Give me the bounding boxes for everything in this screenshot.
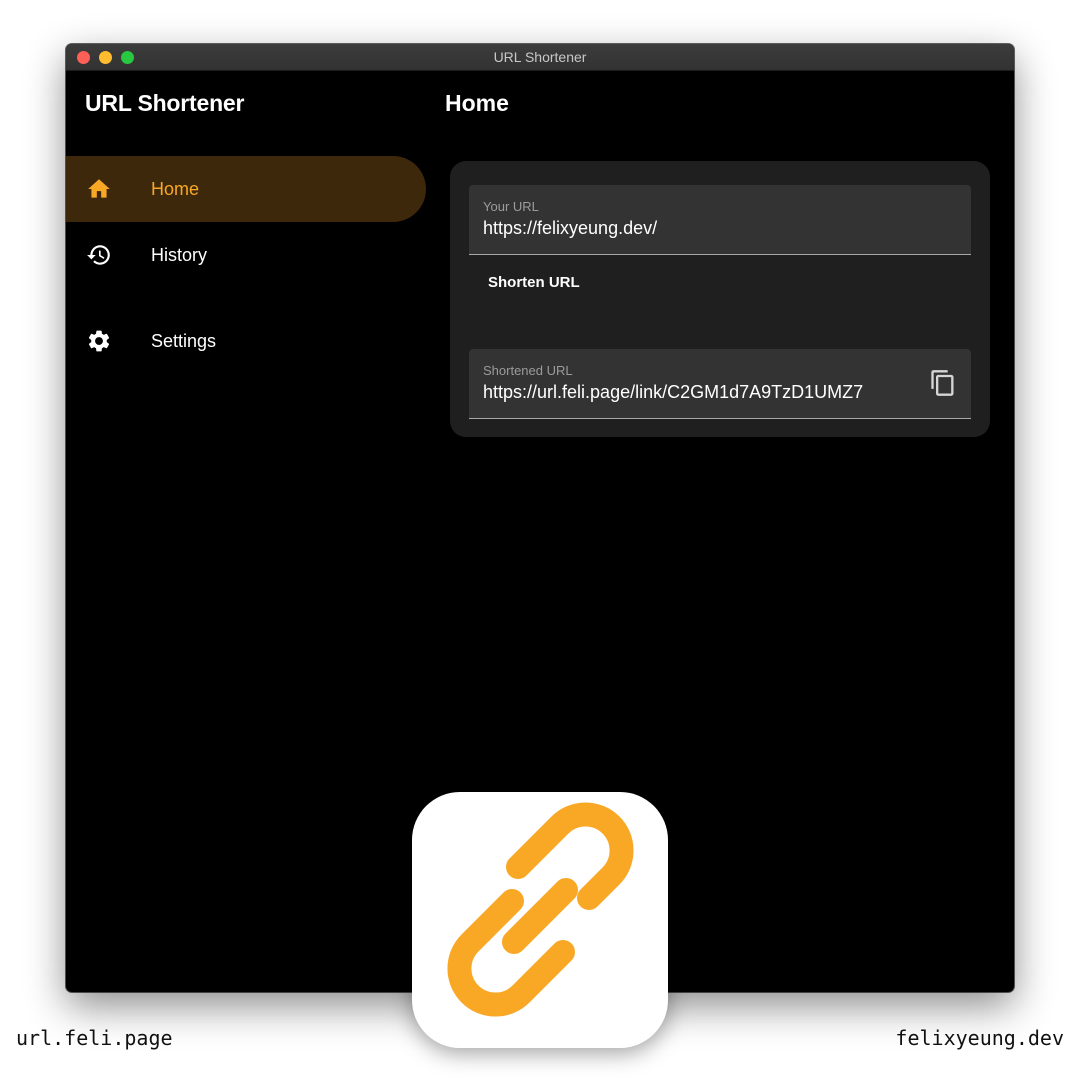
footer-domain-right: felixyeung.dev [895, 1026, 1064, 1050]
app-logo [412, 792, 668, 1048]
url-field[interactable]: Your URL https://felixyeung.dev/ [469, 185, 971, 255]
titlebar: URL Shortener [66, 44, 1014, 71]
gear-icon [88, 330, 110, 352]
shorten-url-button[interactable]: Shorten URL [469, 261, 599, 305]
copy-icon[interactable] [929, 369, 957, 397]
shortened-url-field[interactable]: Shortened URL https://url.feli.page/link… [469, 349, 971, 419]
history-icon [87, 245, 110, 265]
sidebar-item-settings[interactable]: Settings [66, 308, 426, 374]
home-icon [88, 179, 110, 198]
link-icon [447, 802, 634, 1017]
stage: URL Shortener URL Shortener Home History… [0, 0, 1080, 1080]
shortened-url-value[interactable]: https://url.feli.page/link/C2GM1d7A9TzD1… [483, 382, 923, 403]
sidebar-item-history[interactable]: History [66, 222, 426, 288]
page-title: Home [445, 90, 509, 116]
url-input[interactable]: https://felixyeung.dev/ [483, 218, 923, 239]
window-title: URL Shortener [493, 49, 587, 65]
shortener-card: Your URL https://felixyeung.dev/ Shorten… [450, 161, 990, 437]
sidebar-item-label: Home [151, 179, 200, 199]
sidebar-item-label: Settings [151, 331, 217, 351]
sidebar-item-label: History [151, 245, 208, 265]
shortened-url-field-label: Shortened URL [483, 363, 573, 378]
url-field-label: Your URL [483, 199, 539, 214]
footer-domain-left: url.feli.page [16, 1026, 173, 1050]
sidebar-item-home[interactable]: Home [66, 156, 426, 222]
app-title: URL Shortener [85, 90, 245, 116]
